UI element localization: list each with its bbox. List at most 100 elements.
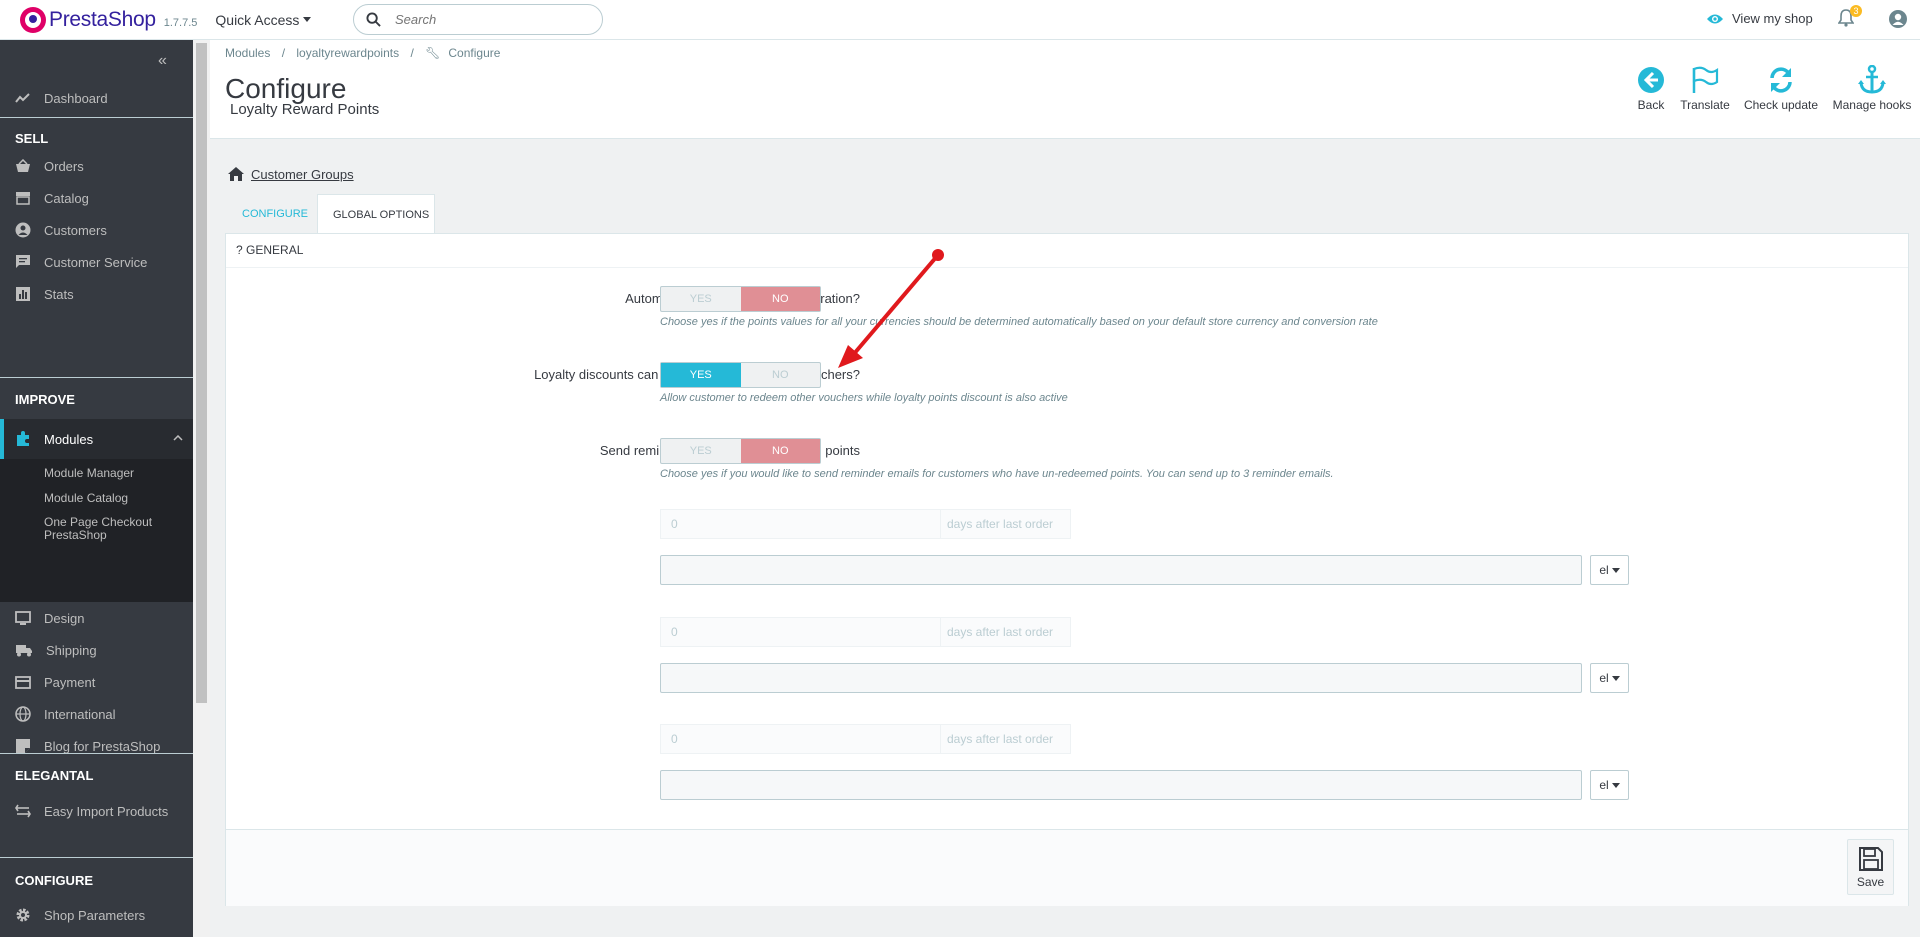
section-elegantal: ELEGANTAL — [15, 768, 94, 783]
basket-icon — [16, 159, 30, 172]
switch-yes-option[interactable]: YES — [661, 287, 741, 311]
translate-button[interactable]: Translate — [1672, 62, 1738, 112]
combine-vouchers-switch[interactable]: YES NO — [660, 362, 821, 388]
sidebar-item-blog[interactable]: Blog for PrestaShop — [0, 731, 193, 761]
breadcrumb-modules[interactable]: Modules — [225, 46, 270, 60]
manage-hooks-button[interactable]: Manage hooks — [1828, 62, 1916, 112]
user-menu-button[interactable] — [1888, 9, 1908, 32]
user-avatar-icon — [1889, 10, 1907, 28]
switch-no-option[interactable]: NO — [740, 439, 820, 463]
store-icon — [16, 192, 30, 205]
truck-icon — [16, 645, 32, 657]
question-icon: ? — [236, 243, 247, 257]
first-subject-input[interactable] — [660, 555, 1582, 585]
caret-down-icon — [1611, 675, 1620, 681]
switch-no-option[interactable]: NO — [740, 287, 820, 311]
save-label: Save — [1856, 875, 1885, 889]
sidebar: « Dashboard SELL Orders Catalog Customer… — [0, 40, 193, 937]
section-configure: CONFIGURE — [15, 873, 93, 888]
switch-yes-option[interactable]: YES — [661, 363, 741, 387]
customer-groups-link[interactable]: Customer Groups — [227, 166, 354, 182]
sidebar-item-payment[interactable]: Payment — [0, 667, 193, 697]
quick-access-label: Quick Access — [215, 11, 300, 28]
modules-submenu: Module Manager Module Catalog One Page C… — [0, 459, 193, 602]
sidebar-item-label: Catalog — [44, 190, 89, 206]
eye-icon — [1707, 14, 1723, 23]
breadcrumb-separator: / — [410, 46, 414, 60]
sidebar-item-label: Shop Parameters — [44, 907, 146, 923]
breadcrumb-module[interactable]: loyaltyrewardpoints — [296, 46, 399, 60]
tab-configure[interactable]: CONFIGURE — [227, 194, 323, 234]
sidebar-item-orders[interactable]: Orders — [0, 151, 193, 181]
auto-currency-help: Choose yes if the points values for all … — [660, 316, 1378, 328]
sidebar-divider — [0, 377, 193, 378]
second-reminder-days-value: 0 — [661, 618, 941, 646]
sidebar-item-modules[interactable]: Modules — [0, 419, 193, 459]
save-button[interactable]: Save — [1847, 839, 1894, 895]
auto-currency-switch[interactable]: YES NO — [660, 286, 821, 312]
sidebar-item-label: Customer Service — [44, 254, 148, 270]
quick-access-dropdown[interactable]: Quick Access — [215, 11, 312, 28]
switch-no-option[interactable]: NO — [741, 363, 821, 387]
sidebar-item-customer-service[interactable]: Customer Service — [0, 247, 193, 277]
sidebar-divider — [0, 117, 193, 118]
panel-footer: Save — [226, 829, 1908, 906]
reminder-emails-switch[interactable]: YES NO — [660, 438, 821, 464]
sidebar-item-international[interactable]: International — [0, 699, 193, 729]
search-icon[interactable] — [366, 12, 381, 27]
collapse-sidebar-icon[interactable]: « — [158, 52, 167, 70]
submenu-module-manager[interactable]: Module Manager — [44, 467, 134, 480]
sidebar-scrollbar[interactable] — [193, 40, 210, 937]
sidebar-item-design[interactable]: Design — [0, 603, 193, 633]
search-input[interactable] — [395, 12, 585, 27]
submenu-module-catalog[interactable]: Module Catalog — [44, 492, 128, 505]
translate-label: Translate — [1680, 98, 1730, 112]
view-shop-link[interactable]: View my shop — [1706, 11, 1813, 26]
sidebar-item-catalog[interactable]: Catalog — [0, 183, 193, 213]
back-button[interactable]: Back — [1629, 62, 1673, 112]
sidebar-item-shipping[interactable]: Shipping — [0, 635, 193, 665]
view-shop-label: View my shop — [1732, 11, 1813, 26]
submenu-one-page-checkout[interactable]: One Page Checkout PrestaShop — [44, 516, 174, 542]
sidebar-item-label: Easy Import Products — [44, 803, 169, 819]
customer-groups-label: Customer Groups — [251, 166, 354, 182]
sidebar-item-label: International — [44, 706, 116, 722]
anchor-icon — [1858, 65, 1886, 94]
second-subject-input[interactable] — [660, 663, 1582, 693]
sidebar-item-label: Shipping — [46, 642, 97, 658]
third-subject-language-button[interactable]: el — [1590, 770, 1629, 800]
sidebar-item-shop-parameters[interactable]: Shop Parameters — [0, 900, 193, 930]
switch-yes-option[interactable]: YES — [661, 439, 741, 463]
sidebar-item-easy-import[interactable]: Easy Import Products — [0, 796, 193, 826]
sidebar-divider — [0, 857, 193, 858]
days-suffix: days after last order — [947, 517, 1054, 531]
prestashop-logo-icon — [20, 6, 46, 33]
first-reminder-days-input: 0 days after last order — [660, 509, 1071, 539]
breadcrumb-configure: Configure — [448, 46, 501, 60]
bar-chart-icon — [16, 287, 30, 301]
scrollbar-thumb[interactable] — [196, 43, 207, 703]
credit-card-icon — [15, 675, 31, 689]
breadcrumb-separator: / — [281, 46, 286, 60]
sidebar-item-customers[interactable]: Customers — [0, 215, 193, 245]
check-update-button[interactable]: Check update — [1737, 62, 1825, 112]
sidebar-item-label: Customers — [44, 222, 107, 238]
wrench-icon: 🔧︎ — [425, 46, 441, 60]
check-update-label: Check update — [1743, 98, 1819, 112]
puzzle-icon — [17, 431, 29, 446]
sidebar-item-label: Stats — [44, 286, 74, 302]
version-label: 1.7.7.5 — [163, 16, 198, 29]
refresh-icon — [1770, 67, 1792, 93]
notifications-button[interactable]: 3 — [1837, 5, 1862, 31]
reminder-emails-help: Choose yes if you would like to send rem… — [660, 468, 1334, 480]
sidebar-item-stats[interactable]: Stats — [0, 279, 193, 309]
first-subject-language-button[interactable]: el — [1590, 555, 1629, 585]
days-suffix: days after last order — [947, 625, 1054, 639]
second-subject-language-button[interactable]: el — [1590, 663, 1629, 693]
tab-global-options[interactable]: GLOBAL OPTIONS — [317, 194, 435, 234]
sidebar-item-dashboard[interactable]: Dashboard — [0, 83, 193, 113]
prestashop-logo[interactable]: PrestaShop — [20, 6, 156, 33]
third-subject-input[interactable] — [660, 770, 1582, 800]
language-code: el — [1599, 778, 1609, 792]
sidebar-item-label: Orders — [44, 158, 84, 174]
